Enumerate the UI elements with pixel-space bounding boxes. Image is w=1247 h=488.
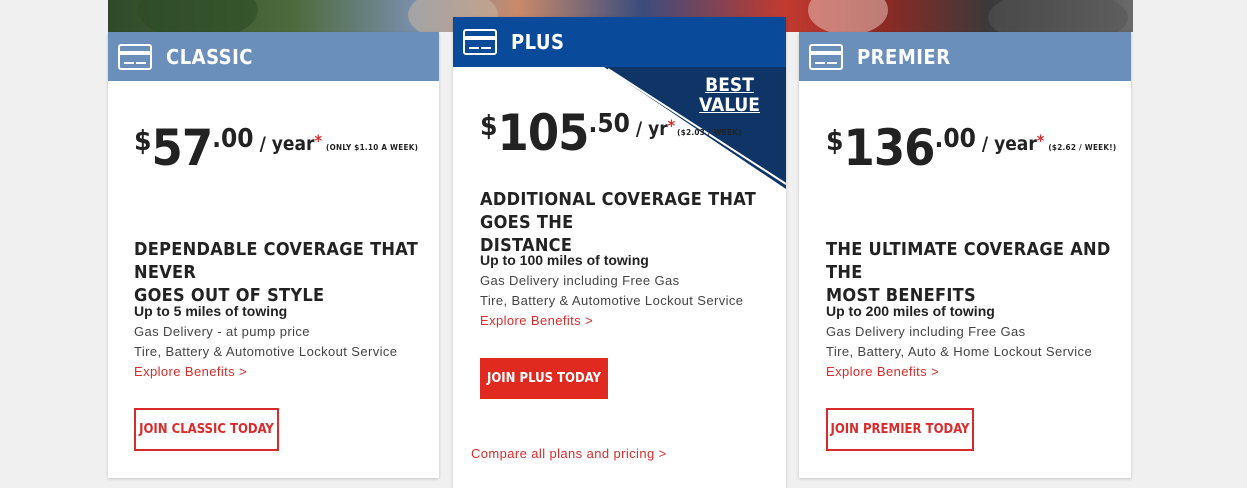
tagline-line: DEPENDABLE COVERAGE THAT NEVER: [134, 239, 419, 283]
explore-benefits-link[interactable]: Explore Benefits >: [134, 364, 247, 379]
explore-benefits-link[interactable]: Explore Benefits >: [826, 364, 939, 379]
price-weekly: ($2.03 / WEEK): [677, 128, 742, 137]
join-plus-button[interactable]: JOIN PLUS TODAY: [480, 358, 608, 399]
price-period: / year: [259, 133, 315, 155]
feature-gas: Gas Delivery - at pump price: [134, 324, 310, 339]
towing-benefit: Up to 200 miles of towing: [826, 303, 995, 319]
tagline-line: THE ULTIMATE COVERAGE AND THE: [826, 239, 1111, 283]
price-asterisk: *: [1036, 131, 1045, 150]
price-asterisk: *: [667, 116, 676, 135]
join-premier-button[interactable]: JOIN PREMIER TODAY: [826, 408, 974, 451]
credit-card-icon: [463, 29, 497, 55]
plan-header-plus: PLUS: [453, 17, 786, 67]
price-weekly: ($2.62 / WEEK!): [1048, 143, 1117, 152]
feature-gas: Gas Delivery including Free Gas: [480, 273, 680, 288]
price-cents: .00: [212, 124, 254, 154]
price-currency: $: [826, 124, 844, 157]
towing-benefit: Up to 100 miles of towing: [480, 252, 649, 268]
plan-card-classic: CLASSIC $ 57 .00 / year * (ONLY $1.10 A …: [108, 32, 439, 478]
plan-card-plus: PLUS BEST VALUE $ 105 .50 / yr * ($2.03 …: [453, 17, 786, 488]
feature-gas: Gas Delivery including Free Gas: [826, 324, 1026, 339]
plan-header-classic: CLASSIC: [108, 32, 439, 81]
price-cents: .00: [934, 124, 976, 154]
plan-price: $ 57 .00 / year * (ONLY $1.10 A WEEK): [134, 120, 418, 176]
price-whole: 136: [843, 119, 936, 177]
credit-card-icon: [809, 43, 843, 70]
join-classic-button[interactable]: JOIN CLASSIC TODAY: [134, 408, 279, 451]
price-currency: $: [480, 109, 498, 142]
feature-lockout: Tire, Battery, Auto & Home Lockout Servi…: [826, 344, 1093, 359]
price-whole: 57: [151, 119, 214, 177]
explore-benefits-link[interactable]: Explore Benefits >: [480, 313, 593, 328]
plan-tagline: ADDITIONAL COVERAGE THAT GOES THE DISTAN…: [480, 188, 786, 257]
feature-lockout: Tire, Battery & Automotive Lockout Servi…: [480, 293, 744, 308]
plan-name: CLASSIC: [166, 44, 254, 69]
plan-price: $ 105 .50 / yr * ($2.03 / WEEK): [480, 105, 742, 161]
price-period: / yr: [635, 118, 668, 140]
price-weekly: (ONLY $1.10 A WEEK): [326, 143, 419, 152]
price-period: / year: [981, 133, 1037, 155]
plan-name: PLUS: [511, 30, 565, 54]
badge-line: BEST: [705, 74, 754, 96]
price-cents: .50: [588, 109, 630, 139]
plan-name: PREMIER: [857, 44, 951, 69]
plan-card-premier: PREMIER $ 136 .00 / year * ($2.62 / WEEK…: [799, 32, 1131, 478]
price-asterisk: *: [314, 131, 323, 150]
plan-header-premier: PREMIER: [799, 32, 1131, 81]
tagline-line: ADDITIONAL COVERAGE THAT GOES THE: [480, 189, 757, 233]
price-currency: $: [134, 124, 152, 157]
plan-tagline: DEPENDABLE COVERAGE THAT NEVER GOES OUT …: [134, 238, 439, 307]
compare-plans-link[interactable]: Compare all plans and pricing >: [471, 446, 667, 461]
plan-price: $ 136 .00 / year * ($2.62 / WEEK!): [826, 120, 1116, 176]
plan-tagline: THE ULTIMATE COVERAGE AND THE MOST BENEF…: [826, 238, 1131, 307]
towing-benefit: Up to 5 miles of towing: [134, 303, 288, 319]
feature-lockout: Tire, Battery & Automotive Lockout Servi…: [134, 344, 398, 359]
credit-card-icon: [118, 43, 152, 70]
price-whole: 105: [497, 104, 590, 162]
